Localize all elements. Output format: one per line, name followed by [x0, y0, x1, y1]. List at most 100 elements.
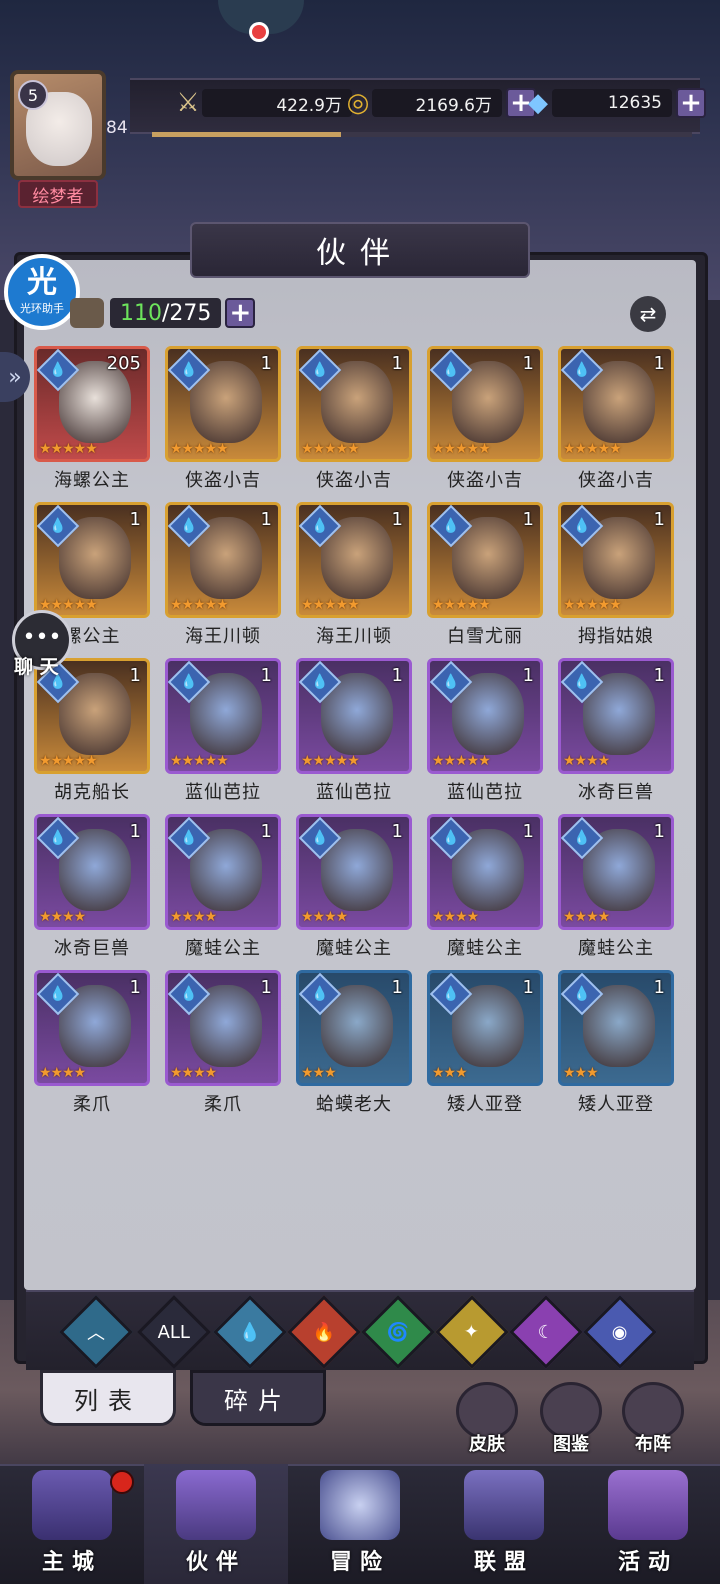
hero-card[interactable]: 💧 1 ★★★★ 魔蛙公主 — [558, 814, 674, 970]
hero-card[interactable]: 💧 1 ★★★★ 柔爪 — [34, 970, 150, 1126]
hero-level: 1 — [522, 977, 534, 998]
hero-level: 1 — [391, 665, 403, 686]
power-value: 422.9万 — [202, 89, 352, 117]
xp-bar-fill — [152, 132, 341, 137]
hero-level: 1 — [653, 509, 665, 530]
sort-toggle-icon[interactable]: ⇄ — [630, 296, 666, 332]
hero-name: 海王川顿 — [185, 626, 261, 647]
hero-level: 1 — [260, 821, 272, 842]
notification-dot — [249, 22, 269, 42]
hero-portrait: 💧 1 ★★★ — [296, 970, 412, 1086]
nav-adventure[interactable]: 冒险 — [288, 1464, 432, 1584]
hero-name: 海螺公主 — [54, 470, 130, 491]
formation-label: 布阵 — [635, 1434, 671, 1455]
hero-name: 矮人亚登 — [578, 1094, 654, 1115]
hero-stars: ★★★★★ — [301, 597, 360, 613]
hero-card[interactable]: 💧 1 ★★★★★ 海王川顿 — [296, 502, 412, 658]
nav-label: 联盟 — [473, 1550, 534, 1575]
hero-card[interactable]: 💧 1 ★★★★★ 胡克船长 — [34, 658, 150, 814]
expand-capacity-button[interactable]: + — [225, 298, 256, 328]
hero-card[interactable]: 💧 1 ★★★★★ 侠盗小吉 — [165, 346, 281, 502]
hero-stars: ★★★★★ — [432, 753, 491, 769]
hero-card[interactable]: 💧 1 ★★★★ 冰奇巨兽 — [34, 814, 150, 970]
hero-stars: ★★★ — [301, 1065, 337, 1081]
hero-portrait: 💧 1 ★★★★★ — [296, 502, 412, 618]
filter-label: 💧 — [238, 1321, 262, 1343]
hero-level: 1 — [260, 353, 272, 374]
nav-alliance[interactable]: 联盟 — [432, 1464, 576, 1584]
helper-label: 光 — [27, 265, 57, 300]
filter-label: ALL — [157, 1321, 191, 1343]
skin-button[interactable]: 皮肤 — [452, 1382, 522, 1456]
codex-label: 图鉴 — [553, 1434, 589, 1455]
nav-label: 活动 — [617, 1550, 678, 1575]
hero-card[interactable]: 💧 1 ★★★★★ 拇指姑娘 — [558, 502, 674, 658]
hero-card[interactable]: 💧 1 ★★★★ 魔蛙公主 — [296, 814, 412, 970]
nav-events[interactable]: 活动 — [576, 1464, 720, 1584]
filter-label: ︿ — [87, 1323, 105, 1344]
helper-sub-label: 光环助手 — [20, 302, 64, 315]
player-title-badge: 绘梦者 — [18, 180, 98, 208]
tab-fragments[interactable]: 碎片 — [190, 1370, 326, 1426]
hero-card[interactable]: 💧 1 ★★★★ 魔蛙公主 — [165, 814, 281, 970]
hero-portrait: 💧 1 ★★★★★ — [165, 346, 281, 462]
filter-label: ◉ — [612, 1321, 628, 1343]
hero-card[interactable]: 💧 1 ★★★★★ 侠盗小吉 — [296, 346, 412, 502]
nav-label: 主城 — [41, 1550, 102, 1575]
hero-stars: ★★★★★ — [39, 753, 98, 769]
hero-card[interactable]: 💧 1 ★★★★★ 白雪尤丽 — [427, 502, 543, 658]
hero-name: 魔蛙公主 — [316, 938, 392, 959]
codex-button[interactable]: 图鉴 — [536, 1382, 606, 1456]
hero-name: 柔爪 — [204, 1094, 242, 1115]
filter-label: 🌀 — [386, 1321, 410, 1343]
compass-icon — [320, 1470, 400, 1540]
hero-card[interactable]: 💧 1 ★★★★★ 蓝仙芭拉 — [296, 658, 412, 814]
hero-card[interactable]: 💧 1 ★★★★ 魔蛙公主 — [427, 814, 543, 970]
hero-card[interactable]: 💧 1 ★★★★★ 蓝仙芭拉 — [427, 658, 543, 814]
add-gems-button[interactable]: + — [676, 88, 706, 118]
hero-portrait: 💧 205 ★★★★★ — [34, 346, 150, 462]
nav-partners[interactable]: 伙伴 — [144, 1464, 288, 1584]
hero-level: 1 — [129, 665, 141, 686]
hero-portrait: 💧 1 ★★★★ — [558, 814, 674, 930]
hero-name: 冰奇巨兽 — [578, 782, 654, 803]
hero-stars: ★★★★ — [39, 909, 86, 925]
hero-level: 1 — [653, 665, 665, 686]
hero-card[interactable]: 💧 1 ★★★★★ 蓝仙芭拉 — [165, 658, 281, 814]
hero-level: 1 — [260, 977, 272, 998]
hero-card[interactable]: 💧 205 ★★★★★ 海螺公主 — [34, 346, 150, 502]
hero-card[interactable]: 💧 1 ★★★ 矮人亚登 — [558, 970, 674, 1126]
hero-name: 矮人亚登 — [447, 1094, 523, 1115]
hero-card[interactable]: 💧 1 ★★★★ 柔爪 — [165, 970, 281, 1126]
hero-stars: ★★★★★ — [563, 441, 622, 457]
formation-button[interactable]: 布阵 — [618, 1382, 688, 1456]
hero-portrait: 💧 1 ★★★★★ — [296, 658, 412, 774]
hero-level: 1 — [653, 821, 665, 842]
hero-card[interactable]: 💧 1 ★★★★★ 侠盗小吉 — [558, 346, 674, 502]
hero-card[interactable]: 💧 1 ★★★★★ 海王川顿 — [165, 502, 281, 658]
hero-card[interactable]: 💧 1 ★★★ 矮人亚登 — [427, 970, 543, 1126]
hero-stars: ★★★★ — [170, 1065, 217, 1081]
nav-label: 伙伴 — [185, 1550, 246, 1575]
hero-stars: ★★★ — [563, 1065, 599, 1081]
hero-stars: ★★★★★ — [301, 753, 360, 769]
filter-label: 🔥 — [312, 1321, 336, 1343]
nav-notification-dot — [110, 1470, 134, 1494]
cards-icon — [608, 1470, 688, 1540]
hero-name: 侠盗小吉 — [316, 470, 392, 491]
halo-assistant-button[interactable]: 光 光环助手 — [4, 254, 80, 330]
hero-name: 侠盗小吉 — [447, 470, 523, 491]
hero-stars: ★★★★★ — [170, 441, 229, 457]
hero-grid: 💧 205 ★★★★★ 海螺公主 💧 1 ★★★★★ 侠盗小吉 💧 1 ★★★★… — [34, 346, 674, 1126]
chat-label: 聊 天 — [14, 656, 59, 678]
hero-card[interactable]: 💧 1 ★★★ 蛤蟆老大 — [296, 970, 412, 1126]
hero-name: 胡克船长 — [54, 782, 130, 803]
hero-stars: ★★★★★ — [432, 441, 491, 457]
hero-card[interactable]: 💧 1 ★★★★★ 侠盗小吉 — [427, 346, 543, 502]
tab-list[interactable]: 列表 — [40, 1370, 176, 1426]
hero-level: 1 — [522, 821, 534, 842]
exp-level: 84 — [106, 118, 128, 138]
partner-count-total: /275 — [162, 300, 212, 326]
hero-card[interactable]: 💧 1 ★★★★ 冰奇巨兽 — [558, 658, 674, 814]
hero-portrait: 💧 1 ★★★★★ — [427, 346, 543, 462]
